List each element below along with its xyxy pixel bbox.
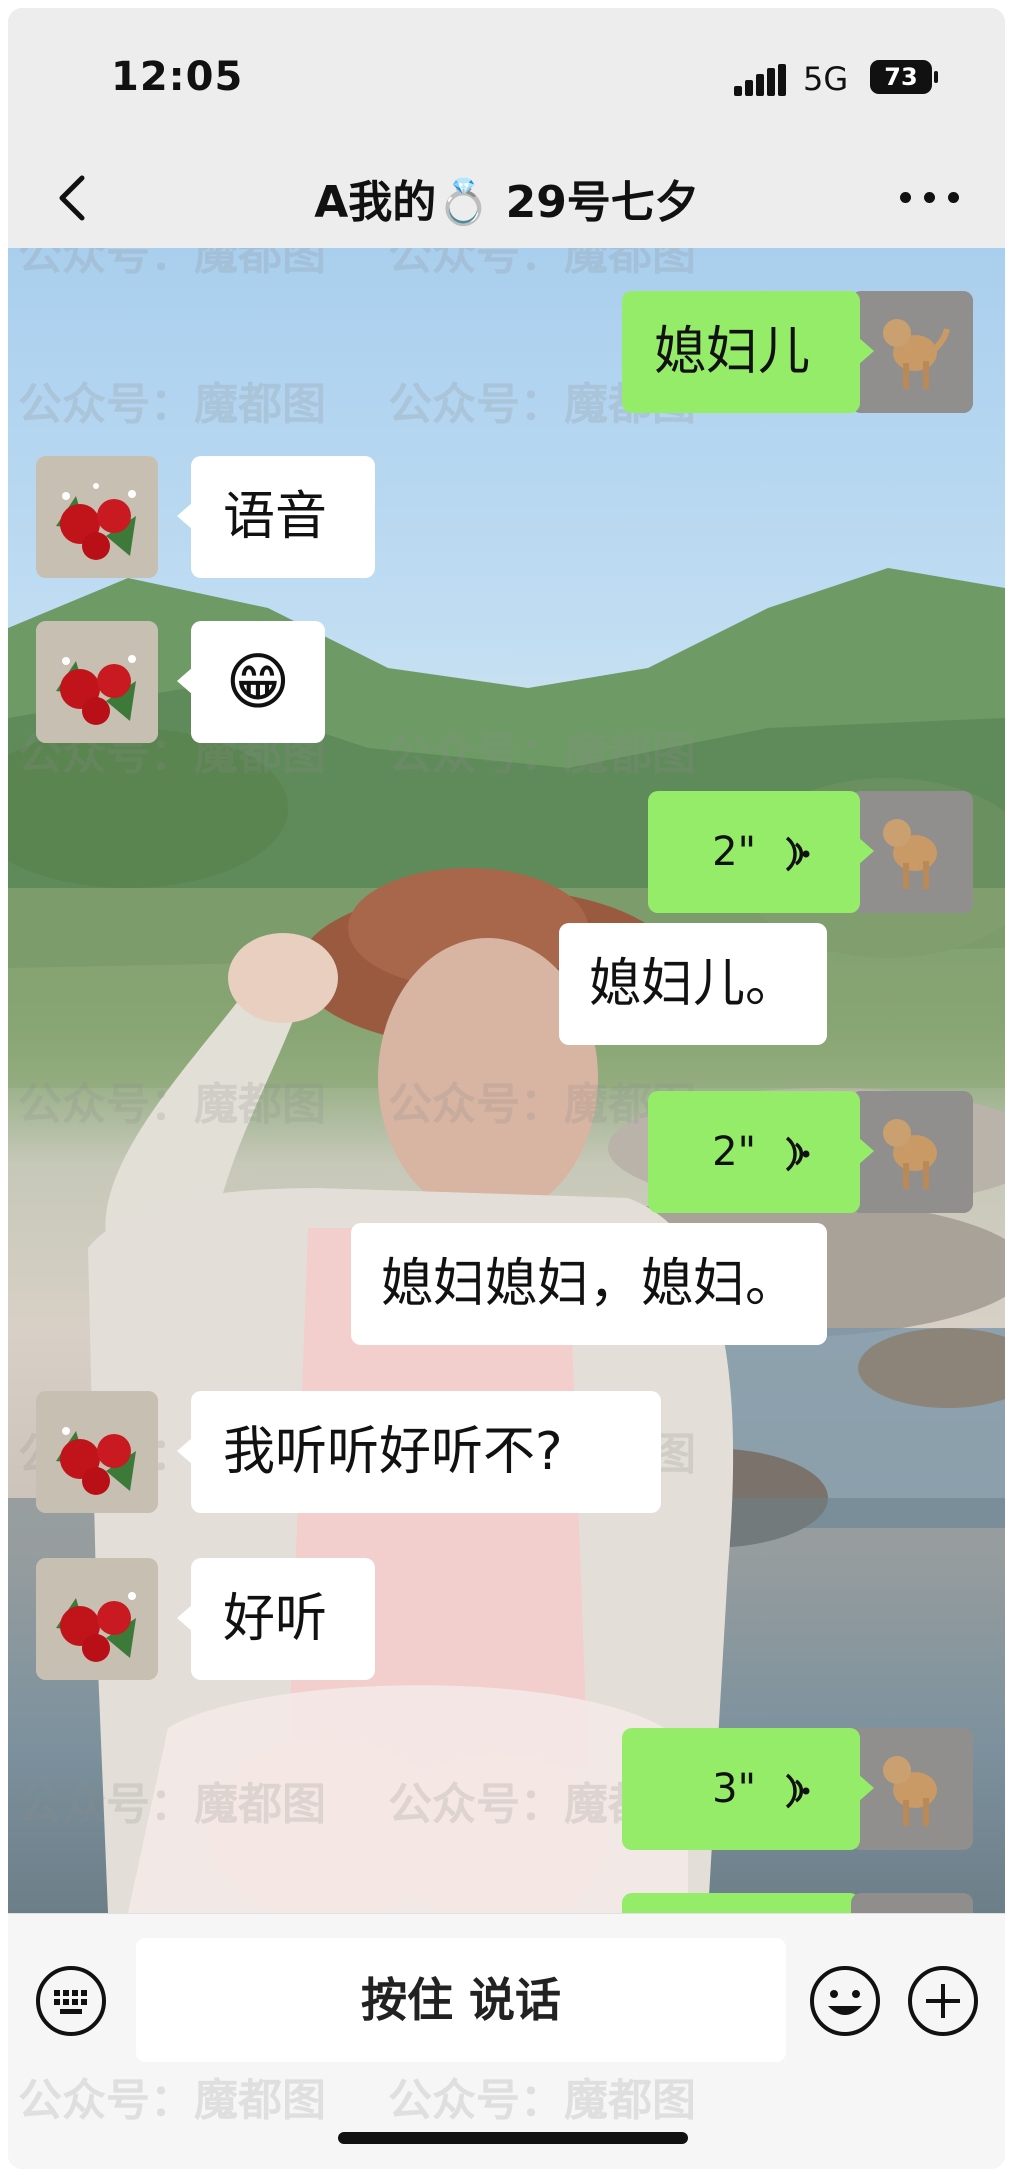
message-text: 我听听好听不? xyxy=(223,1422,563,1482)
emoji-icon[interactable] xyxy=(808,1964,882,2038)
chat-title: A我的💍 29号七夕 xyxy=(8,166,1005,230)
voice-duration: 2" xyxy=(712,829,756,875)
plus-icon[interactable] xyxy=(906,1964,980,2038)
message-bubble-sent-partial[interactable] xyxy=(622,1893,860,1913)
voice-message[interactable]: 2" xyxy=(648,791,874,913)
grin-emoji: 😁 xyxy=(225,645,291,718)
battery-cap xyxy=(934,71,938,83)
voice-duration: 2" xyxy=(712,1129,756,1175)
chat-title-suffix: 29号七夕 xyxy=(505,177,699,228)
contact-avatar[interactable] xyxy=(36,1558,158,1680)
chat-title-prefix: A我的 xyxy=(314,177,437,228)
voice-wave-icon xyxy=(785,1773,810,1809)
keyboard-icon[interactable] xyxy=(34,1964,108,2038)
watermark: 公众号：魔都图 xyxy=(388,2075,696,2126)
phone-screen: 12:05 5G 73 A我的💍 29号七夕 公众号：魔都图 公众号：魔都图 公… xyxy=(8,8,1005,2169)
voice-transcript[interactable]: 媳妇媳妇，媳妇。 xyxy=(350,1223,827,1345)
voice-duration: 3" xyxy=(712,1766,756,1812)
ring-emoji: 💍 xyxy=(436,177,492,228)
transcript-text: 媳妇儿。 xyxy=(588,954,797,1014)
message-bubble-received[interactable]: 语音 xyxy=(177,456,375,578)
message-bubble-received[interactable]: 我听听好听不? xyxy=(177,1391,661,1513)
chat-header: A我的💍 29号七夕 xyxy=(8,148,1005,248)
message-text: 语音 xyxy=(223,487,328,547)
watermark: 公众号：魔都图 xyxy=(18,2075,326,2126)
home-indicator[interactable] xyxy=(338,2132,688,2144)
chat-area[interactable]: 公众号：魔都图 公众号：魔都图 公众号：魔都图 公众号：魔都图 公众号：魔都图 … xyxy=(8,248,1005,1913)
signal-icon xyxy=(734,64,786,96)
transcript-text: 媳妇媳妇，媳妇。 xyxy=(380,1254,797,1314)
voice-wave-icon xyxy=(785,1136,810,1172)
voice-wave-icon xyxy=(785,836,810,872)
battery-level: 73 xyxy=(870,60,932,94)
my-avatar-partial[interactable] xyxy=(851,1893,973,1913)
status-bar: 12:05 5G 73 xyxy=(8,8,1005,148)
hold-to-talk-button[interactable]: 按住 说话 xyxy=(136,1938,786,2062)
message-text: 媳妇儿 xyxy=(654,322,811,382)
voice-message[interactable]: 2" xyxy=(648,1091,874,1213)
more-icon[interactable] xyxy=(898,186,962,206)
status-time: 12:05 xyxy=(111,54,244,100)
contact-avatar[interactable] xyxy=(36,1391,158,1513)
network-type: 5G xyxy=(803,60,849,98)
contact-avatar[interactable] xyxy=(36,621,158,743)
message-bubble-received[interactable]: 好听 xyxy=(177,1558,375,1680)
message-bubble-received[interactable]: 😁 xyxy=(177,621,325,743)
message-bubble-sent[interactable]: 媳妇儿 xyxy=(622,291,874,413)
message-text: 好听 xyxy=(223,1589,328,1649)
input-bar: 按住 说话 公众号：魔都图 公众号：魔都图 xyxy=(8,1913,1005,2169)
voice-transcript[interactable]: 媳妇儿。 xyxy=(558,923,827,1045)
contact-avatar[interactable] xyxy=(36,456,158,578)
voice-message[interactable]: 3" xyxy=(622,1728,874,1850)
